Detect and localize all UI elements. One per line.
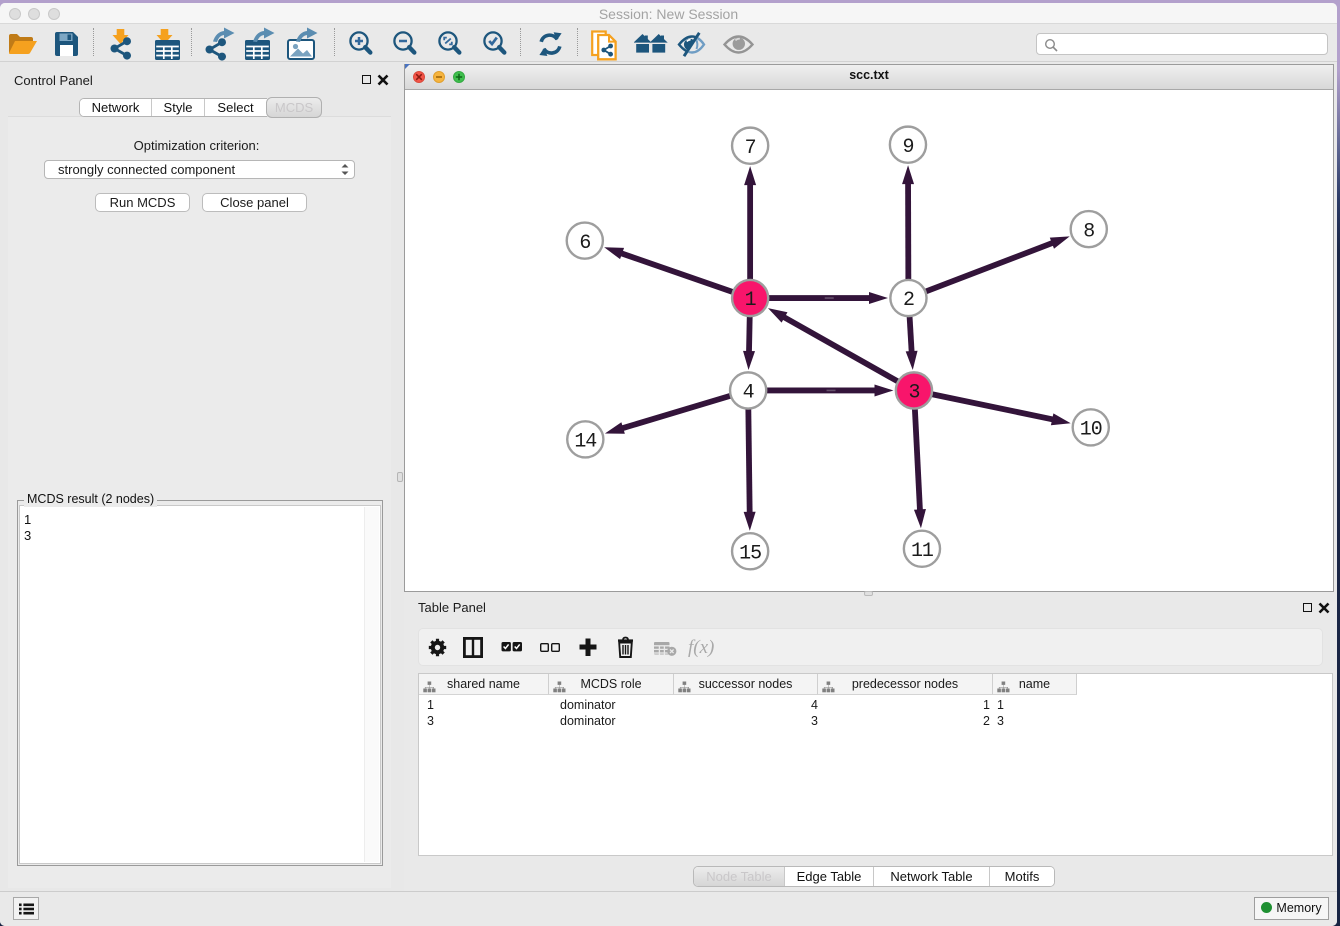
svg-text:2: 2 [903, 288, 914, 311]
svg-text:3: 3 [908, 381, 919, 404]
svg-text:9: 9 [902, 135, 913, 158]
svg-text:8: 8 [1083, 219, 1094, 242]
svg-text:10: 10 [1080, 418, 1102, 441]
svg-text:7: 7 [745, 136, 756, 159]
svg-text:11: 11 [911, 539, 934, 562]
svg-text:4: 4 [743, 381, 754, 404]
svg-text:14: 14 [574, 430, 596, 453]
svg-text:6: 6 [579, 231, 590, 254]
svg-text:1: 1 [745, 288, 757, 311]
svg-text:15: 15 [739, 541, 761, 564]
